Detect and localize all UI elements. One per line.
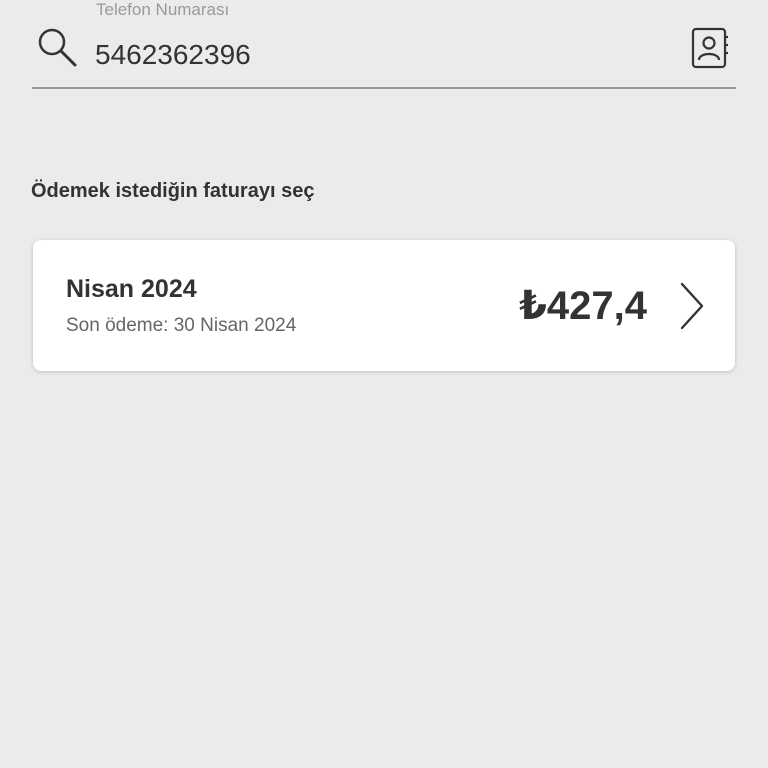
bill-amount: ₺427,4 xyxy=(519,284,647,328)
bill-period: Nisan 2024 xyxy=(66,275,197,303)
phone-number-input[interactable] xyxy=(95,35,655,75)
chevron-right-icon[interactable] xyxy=(678,281,706,331)
contacts-book-icon[interactable] xyxy=(690,27,730,69)
search-icon[interactable] xyxy=(36,26,78,68)
bill-payment-screen: Telefon Numarası Ödemek istediğin fatura… xyxy=(0,0,768,768)
phone-number-label: Telefon Numarası xyxy=(96,0,230,19)
phone-number-field[interactable]: Telefon Numarası xyxy=(32,0,736,89)
bills-section-title: Ödemek istediğin faturayı seç xyxy=(31,180,315,202)
phone-field-underline xyxy=(32,87,736,89)
bill-card[interactable]: Nisan 2024 Son ödeme: 30 Nisan 2024 ₺427… xyxy=(33,240,735,371)
bill-due-date: Son ödeme: 30 Nisan 2024 xyxy=(66,315,297,336)
